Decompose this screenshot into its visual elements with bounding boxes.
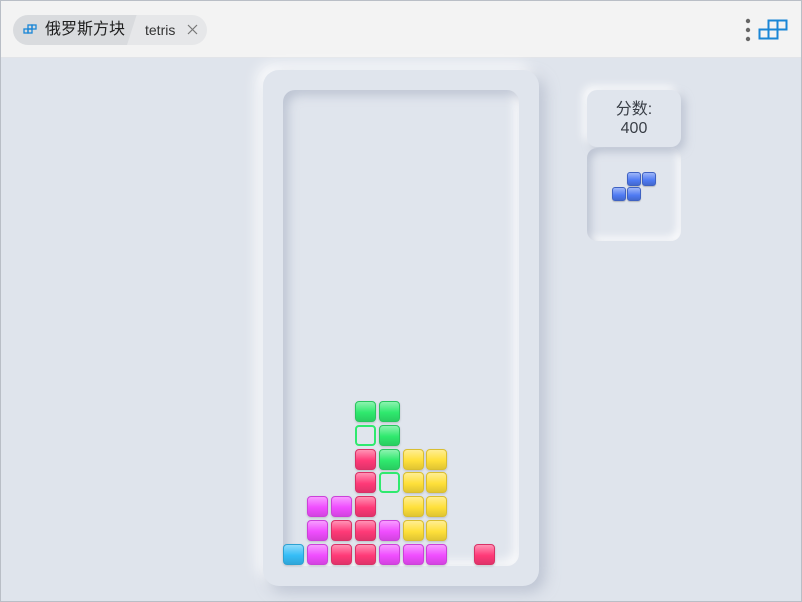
score-value: 400: [620, 120, 648, 137]
score-label: 分数:: [615, 101, 653, 118]
tab-tetris[interactable]: tetris: [127, 15, 207, 45]
board-cell: [402, 520, 424, 542]
more-menu-icon[interactable]: [745, 18, 751, 42]
board-cell: [426, 496, 448, 518]
board-cell: [474, 544, 496, 566]
board-cell: [426, 520, 448, 542]
next-piece-cell: [612, 187, 626, 201]
board-cell: [378, 448, 400, 470]
next-piece-cell: [642, 172, 656, 186]
title-bar: 俄罗斯方块 tetris: [1, 1, 801, 58]
board-cell: [426, 472, 448, 494]
board-cell: [402, 544, 424, 566]
tetris-logo-icon: [758, 19, 788, 40]
board-cell: [306, 544, 328, 566]
board-cell: [378, 424, 400, 446]
board-cell: [354, 544, 376, 566]
tab-tetris-label: tetris: [145, 22, 176, 38]
close-icon[interactable]: [187, 24, 198, 35]
next-piece-preview: [587, 148, 681, 241]
board-cell: [378, 544, 400, 566]
board-cell: [402, 496, 424, 518]
board-cell: [354, 400, 376, 422]
tab-title-label: 俄罗斯方块: [45, 21, 126, 38]
next-piece-cell: [627, 172, 641, 186]
board-cell: [354, 520, 376, 542]
board-cell: [354, 448, 376, 470]
score-panel: 分数: 400: [587, 90, 681, 147]
board-cell: [426, 448, 448, 470]
board-cell: [402, 472, 424, 494]
game-board: [283, 90, 519, 566]
tetris-app-icon: [23, 24, 37, 34]
board-cell: [330, 544, 352, 566]
next-piece-cell: [627, 187, 641, 201]
board-cell: [354, 496, 376, 518]
board-cell: [354, 472, 376, 494]
board-cell: [306, 496, 328, 518]
board-cell: [378, 400, 400, 422]
board-cell: [378, 520, 400, 542]
board-cell: [330, 520, 352, 542]
board-cell: [306, 520, 328, 542]
board-cell: [378, 472, 400, 494]
board-cell: [330, 496, 352, 518]
board-cell: [283, 544, 304, 566]
board-cell: [402, 448, 424, 470]
board-cell: [354, 424, 376, 446]
tab-tetris-app[interactable]: 俄罗斯方块: [13, 15, 143, 45]
board-cell: [426, 544, 448, 566]
